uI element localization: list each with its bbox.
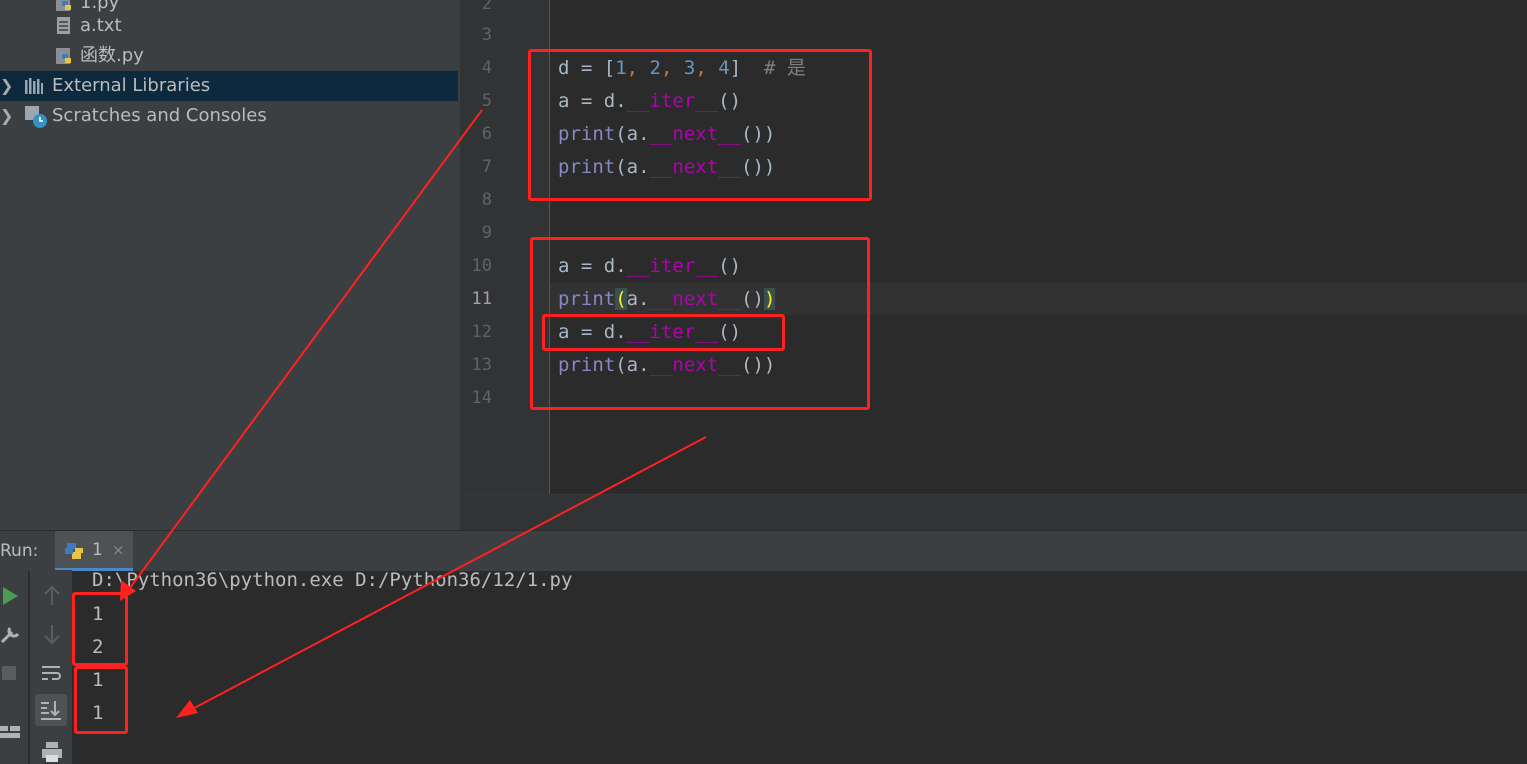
tree-item-external-libraries[interactable]: ❯ External Libraries <box>0 71 458 101</box>
run-label: Run: <box>0 541 39 561</box>
line-number: 2 <box>481 0 492 14</box>
stop-icon[interactable] <box>0 660 24 684</box>
line-number: 5 <box>481 91 492 111</box>
project-tree-panel: 1.py a.txt 函数.py ❯ External Libraries ❯ <box>0 0 460 530</box>
text-file-icon <box>57 17 70 34</box>
arrow-up-icon[interactable] <box>40 584 64 608</box>
console-toolbar <box>30 570 72 764</box>
annotation-box-output-1-1 <box>74 666 128 734</box>
line-number: 8 <box>481 190 492 210</box>
line-number: 12 <box>471 322 492 342</box>
library-icon <box>25 78 43 94</box>
line-number: 9 <box>481 223 492 243</box>
console-command-line: D:\Python36\python.exe D:/Python36/12/1.… <box>92 569 573 591</box>
chevron-right-icon[interactable]: ❯ <box>0 71 13 101</box>
console-output[interactable]: D:\Python36\python.exe D:/Python36/12/1.… <box>92 569 1492 764</box>
tree-item-hanshu-py[interactable]: 函数.py <box>0 41 460 71</box>
scratches-icon <box>25 106 47 128</box>
soft-wrap-icon[interactable] <box>40 662 64 686</box>
python-icon <box>65 543 83 559</box>
run-toolbar <box>0 570 28 764</box>
line-number: 7 <box>481 157 492 177</box>
annotation-box-output-1-2 <box>72 592 128 666</box>
line-number: 6 <box>481 124 492 144</box>
line-number: 11 <box>471 289 492 309</box>
line-number: 3 <box>481 25 492 45</box>
chevron-right-icon[interactable]: ❯ <box>0 101 13 131</box>
tree-item-scratches[interactable]: ❯ Scratches and Consoles <box>0 101 460 131</box>
line-number: 4 <box>481 58 492 78</box>
scroll-to-end-toggle[interactable] <box>35 694 67 726</box>
python-file-icon <box>56 48 71 64</box>
run-tool-window: Run: 1 × D:\Python36\python.exe D:/Pytho… <box>0 530 1527 764</box>
line-number: 10 <box>471 256 492 276</box>
scroll-to-end-icon <box>41 701 61 720</box>
rerun-icon[interactable] <box>0 584 24 608</box>
line-number: 13 <box>471 355 492 375</box>
run-tab-label: 1 <box>92 540 103 560</box>
close-icon[interactable]: × <box>112 541 125 559</box>
editor-status-strip <box>460 494 1527 531</box>
arrow-down-icon[interactable] <box>40 622 64 646</box>
layout-icon[interactable] <box>0 720 24 744</box>
line-number: 14 <box>471 388 492 408</box>
tree-item-a-txt[interactable]: a.txt <box>0 11 460 41</box>
annotation-box-first-block <box>528 49 872 201</box>
annotation-box-reiter-line <box>542 314 785 351</box>
wrench-icon[interactable] <box>0 622 24 646</box>
print-icon[interactable] <box>40 740 64 764</box>
